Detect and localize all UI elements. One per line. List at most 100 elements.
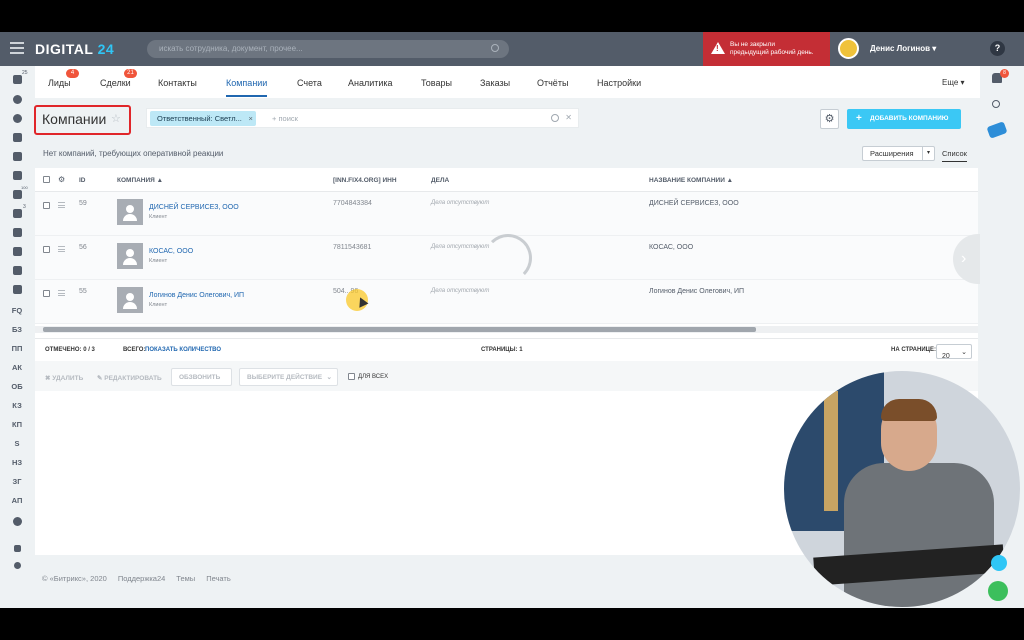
marketplace-icon[interactable] <box>986 121 1008 139</box>
sidebar-badge-tasks: 100 <box>21 185 28 190</box>
sidebar-item-zg[interactable]: ЗГ <box>10 477 24 489</box>
row-menu-icon[interactable] <box>58 246 65 254</box>
action-select[interactable]: ВЫБЕРИТЕ ДЕЙСТВИЕ ⌄ <box>239 368 338 386</box>
sidebar-drive-icon[interactable] <box>10 132 24 144</box>
sidebar-item-nz[interactable]: НЗ <box>10 458 24 470</box>
user-menu[interactable]: Денис Логинов ▾ <box>838 38 968 60</box>
star-icon[interactable]: ☆ <box>111 112 121 125</box>
tab-companies[interactable]: Компании <box>226 78 268 97</box>
col-inn[interactable]: [INN.FIX4.ORG] ИНН <box>333 177 397 184</box>
tab-leads[interactable]: Лиды 4 <box>48 69 79 88</box>
tab-analytics[interactable]: Аналитика <box>348 78 393 88</box>
search-icon[interactable] <box>992 100 1000 108</box>
sidebar-cart-icon[interactable] <box>10 246 24 258</box>
col-deals[interactable]: ДЕЛА <box>431 177 449 184</box>
global-search-input[interactable]: искать сотрудника, документ, прочее... <box>147 40 509 58</box>
logo[interactable]: DIGITAL 24 <box>35 41 114 57</box>
sidebar-item-ak[interactable]: АК <box>10 363 24 375</box>
window-icon <box>12 266 22 275</box>
scrollbar-thumb[interactable] <box>43 327 756 332</box>
row-menu-icon[interactable] <box>58 290 65 298</box>
support-link[interactable]: Поддержка24 <box>118 574 165 583</box>
tab-contacts[interactable]: Контакты <box>158 78 197 88</box>
sidebar-more-icon[interactable] <box>10 516 24 528</box>
menu-icon[interactable] <box>10 42 24 54</box>
row-checkbox[interactable] <box>43 290 50 297</box>
filter-search-input[interactable]: Ответственный: Светл... × + поиск ✕ <box>146 108 579 128</box>
sidebar-target-icon[interactable] <box>10 94 24 106</box>
table-row[interactable]: 55 Логинов Денис Олегович, ИП Клиент 504… <box>35 280 978 324</box>
row-checkbox[interactable] <box>43 202 50 209</box>
chevron-down-icon[interactable]: ▾ <box>922 147 934 160</box>
col-company[interactable]: КОМПАНИЯ ▲ <box>117 177 163 184</box>
sidebar-item-kz[interactable]: КЗ <box>10 401 24 413</box>
company-type: Клиент <box>149 214 168 220</box>
close-icon[interactable]: × <box>248 111 252 126</box>
edit-button[interactable]: ✎ РЕДАКТИРОВАТЬ <box>97 374 162 382</box>
sidebar-tasks-icon[interactable]: 100 <box>10 185 28 201</box>
table-row[interactable]: 59 ДИСНЕЙ СЕРВИСЕЗ, ООО Клиент 770484338… <box>35 192 978 236</box>
company-type: Клиент <box>149 258 168 264</box>
col-id[interactable]: ID <box>79 177 86 184</box>
sidebar-users-icon[interactable] <box>10 151 24 163</box>
sidebar-structure-icon[interactable] <box>10 544 24 556</box>
tab-deals[interactable]: Сделки 21 <box>100 69 137 88</box>
chevron-down-icon: ⌄ <box>326 374 332 381</box>
clear-icon[interactable]: ✕ <box>565 113 572 122</box>
sidebar-grid-icon[interactable] <box>10 284 24 296</box>
company-link[interactable]: ДИСНЕЙ СЕРВИСЕЗ, ООО <box>149 204 239 211</box>
tab-settings[interactable]: Настройки <box>597 78 641 88</box>
pages-label: СТРАНИЦЫ: 1 <box>481 347 523 353</box>
sidebar-item-fq[interactable]: FQ <box>10 306 24 318</box>
print-link[interactable]: Печать <box>206 574 231 583</box>
workday-alert[interactable]: Вы не закрыли предыдущий рабочий день. <box>703 32 830 66</box>
company-link[interactable]: Логинов Денис Олегович, ИП <box>149 292 244 299</box>
horizontal-scrollbar[interactable] <box>35 326 978 333</box>
sidebar-bank-icon[interactable] <box>10 227 24 239</box>
tab-orders[interactable]: Заказы <box>480 78 510 88</box>
sidebar-clock-icon[interactable] <box>10 113 24 125</box>
per-page-select[interactable]: 20 ⌄ <box>936 344 972 360</box>
sidebar-item-s[interactable]: S <box>10 439 24 451</box>
tab-products[interactable]: Товары <box>421 78 452 88</box>
sidebar-chart-icon[interactable] <box>10 170 24 182</box>
add-company-button[interactable]: + ДОБАВИТЬ КОМПАНИЮ <box>847 109 961 129</box>
col-company-title[interactable]: НАЗВАНИЕ КОМПАНИИ ▲ <box>649 177 733 184</box>
chat-icon[interactable] <box>991 555 1007 571</box>
settings-button[interactable]: ⚙ <box>820 109 839 129</box>
for-all-checkbox[interactable] <box>348 373 355 380</box>
tab-reports[interactable]: Отчёты <box>537 78 568 88</box>
grid-header: ⚙ ID КОМПАНИЯ ▲ [INN.FIX4.ORG] ИНН ДЕЛА … <box>35 168 978 192</box>
gear-icon: ⚙ <box>824 113 835 125</box>
sidebar-item-kp[interactable]: КП <box>10 420 24 432</box>
users-icon <box>12 152 22 161</box>
tab-deals-label: Сделки <box>100 78 131 88</box>
themes-link[interactable]: Темы <box>176 574 195 583</box>
extensions-button[interactable]: Расширения ▾ <box>862 146 935 161</box>
chart-icon <box>12 171 22 180</box>
gear-icon[interactable]: ⚙ <box>58 175 65 184</box>
tab-deals-count: 21 <box>124 69 137 78</box>
phone-icon[interactable] <box>988 581 1008 601</box>
row-checkbox[interactable] <box>43 246 50 253</box>
sidebar-item-bz[interactable]: БЗ <box>10 325 24 337</box>
tab-invoices[interactable]: Счета <box>297 78 322 88</box>
show-count-link[interactable]: ПОКАЗАТЬ КОЛИЧЕСТВО <box>145 347 221 353</box>
row-menu-icon[interactable] <box>58 202 65 210</box>
select-all-checkbox[interactable] <box>43 176 50 183</box>
call-button[interactable]: ОБЗВОНИТЬ <box>171 368 232 386</box>
search-icon[interactable] <box>551 114 559 122</box>
company-link[interactable]: КОСАС, ООО <box>149 248 193 255</box>
delete-button[interactable]: ✖ УДАЛИТЬ <box>45 374 83 382</box>
sidebar-settings-icon[interactable] <box>10 561 24 573</box>
tab-more[interactable]: Еще ▾ <box>942 78 965 87</box>
view-list[interactable]: Список <box>942 149 967 162</box>
sidebar-filter-icon[interactable]: 25 <box>10 70 28 86</box>
sidebar-item-ob[interactable]: ОБ <box>10 382 24 394</box>
sidebar-item-pp[interactable]: ПП <box>10 344 24 356</box>
sidebar-mail-icon[interactable]: 3 <box>10 204 26 220</box>
help-icon[interactable]: ? <box>990 41 1005 56</box>
sidebar-window-icon[interactable] <box>10 265 24 277</box>
sidebar-item-ap[interactable]: АП <box>10 496 24 508</box>
filter-chip[interactable]: Ответственный: Светл... × <box>150 111 256 126</box>
